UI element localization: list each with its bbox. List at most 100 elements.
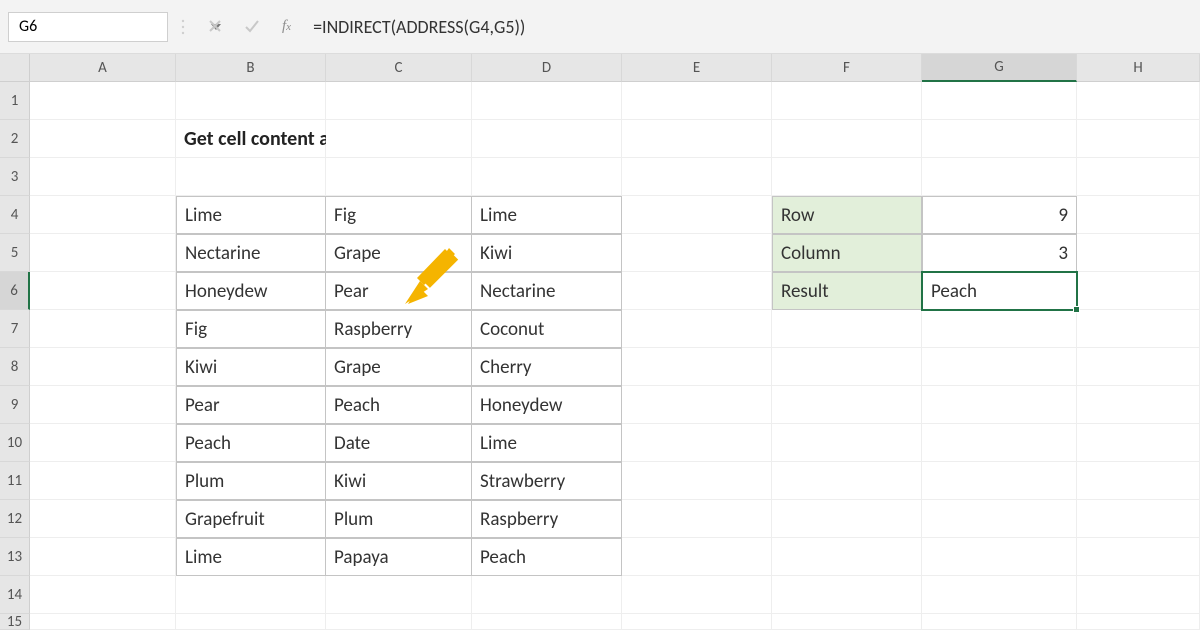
- cell-E9[interactable]: [622, 386, 772, 424]
- cell-D12[interactable]: Raspberry: [472, 500, 622, 538]
- cell-E1[interactable]: [622, 82, 772, 120]
- cell-F3[interactable]: [772, 158, 922, 196]
- cell-B6[interactable]: Honeydew: [176, 272, 326, 310]
- cell-G6-resultvalue[interactable]: Peach: [922, 272, 1077, 310]
- cell-E11[interactable]: [622, 462, 772, 500]
- cell-B14[interactable]: [176, 576, 326, 614]
- cell-D2[interactable]: [472, 120, 622, 158]
- name-box-wrap[interactable]: [8, 12, 168, 42]
- cell-A7[interactable]: [30, 310, 176, 348]
- cell-H3[interactable]: [1077, 158, 1200, 196]
- cell-D13[interactable]: Peach: [472, 538, 622, 576]
- select-all-corner[interactable]: [0, 54, 30, 82]
- cell-A6[interactable]: [30, 272, 176, 310]
- row-head-9[interactable]: 9: [0, 386, 30, 424]
- cell-C12[interactable]: Plum: [326, 500, 472, 538]
- cell-H8[interactable]: [1077, 348, 1200, 386]
- cell-E2[interactable]: [622, 120, 772, 158]
- cell-H9[interactable]: [1077, 386, 1200, 424]
- row-head-4[interactable]: 4: [0, 196, 30, 234]
- cell-G1[interactable]: [922, 82, 1077, 120]
- cell-C4[interactable]: Fig: [326, 196, 472, 234]
- cell-A5[interactable]: [30, 234, 176, 272]
- cell-F4-rowlabel[interactable]: Row: [772, 196, 922, 234]
- col-head-H[interactable]: H: [1077, 54, 1200, 82]
- cell-E6[interactable]: [622, 272, 772, 310]
- cell-D4[interactable]: Lime: [472, 196, 622, 234]
- title-cell[interactable]: Get cell content at given row and column: [176, 120, 326, 158]
- row-head-13[interactable]: 13: [0, 538, 30, 576]
- cell-F11[interactable]: [772, 462, 922, 500]
- cell-E8[interactable]: [622, 348, 772, 386]
- cell-E7[interactable]: [622, 310, 772, 348]
- cell-B11[interactable]: Plum: [176, 462, 326, 500]
- cell-B15[interactable]: [176, 614, 326, 630]
- cell-H13[interactable]: [1077, 538, 1200, 576]
- cell-C10[interactable]: Date: [326, 424, 472, 462]
- cell-H11[interactable]: [1077, 462, 1200, 500]
- cell-C13[interactable]: Papaya: [326, 538, 472, 576]
- col-head-B[interactable]: B: [176, 54, 326, 82]
- cell-C6[interactable]: Pear: [326, 272, 472, 310]
- cell-B5[interactable]: Nectarine: [176, 234, 326, 272]
- cell-C8[interactable]: Grape: [326, 348, 472, 386]
- cell-H14[interactable]: [1077, 576, 1200, 614]
- cell-F10[interactable]: [772, 424, 922, 462]
- cell-D3[interactable]: [472, 158, 622, 196]
- row-head-3[interactable]: 3: [0, 158, 30, 196]
- cell-D10[interactable]: Lime: [472, 424, 622, 462]
- cell-D5[interactable]: Kiwi: [472, 234, 622, 272]
- cell-H5[interactable]: [1077, 234, 1200, 272]
- cell-F5-collabel[interactable]: Column: [772, 234, 922, 272]
- cell-E15[interactable]: [622, 614, 772, 630]
- cell-G9[interactable]: [922, 386, 1077, 424]
- col-head-A[interactable]: A: [30, 54, 176, 82]
- cell-B10[interactable]: Peach: [176, 424, 326, 462]
- cell-A13[interactable]: [30, 538, 176, 576]
- cell-H15[interactable]: [1077, 614, 1200, 630]
- fill-handle[interactable]: [1073, 306, 1080, 313]
- cell-A10[interactable]: [30, 424, 176, 462]
- cell-H4[interactable]: [1077, 196, 1200, 234]
- cell-H2[interactable]: [1077, 120, 1200, 158]
- cell-F1[interactable]: [772, 82, 922, 120]
- cell-G10[interactable]: [922, 424, 1077, 462]
- cell-G12[interactable]: [922, 500, 1077, 538]
- cell-H6[interactable]: [1077, 272, 1200, 310]
- cell-G4-rowvalue[interactable]: 9: [922, 196, 1077, 234]
- row-head-12[interactable]: 12: [0, 500, 30, 538]
- cell-H7[interactable]: [1077, 310, 1200, 348]
- row-head-11[interactable]: 11: [0, 462, 30, 500]
- cell-E12[interactable]: [622, 500, 772, 538]
- col-head-F[interactable]: F: [772, 54, 922, 82]
- cell-A1[interactable]: [30, 82, 176, 120]
- enter-icon[interactable]: [244, 16, 260, 38]
- cell-F6-resultlabel[interactable]: Result: [772, 272, 922, 310]
- cancel-icon[interactable]: [208, 16, 222, 38]
- cell-A4[interactable]: [30, 196, 176, 234]
- cell-G8[interactable]: [922, 348, 1077, 386]
- cell-A14[interactable]: [30, 576, 176, 614]
- col-head-G[interactable]: G: [922, 54, 1077, 82]
- cell-G11[interactable]: [922, 462, 1077, 500]
- cell-A8[interactable]: [30, 348, 176, 386]
- row-head-6[interactable]: 6: [0, 272, 30, 310]
- cell-E13[interactable]: [622, 538, 772, 576]
- cell-B7[interactable]: Fig: [176, 310, 326, 348]
- cell-F15[interactable]: [772, 614, 922, 630]
- row-head-8[interactable]: 8: [0, 348, 30, 386]
- row-head-5[interactable]: 5: [0, 234, 30, 272]
- row-head-14[interactable]: 14: [0, 576, 30, 614]
- cell-D7[interactable]: Coconut: [472, 310, 622, 348]
- cell-C11[interactable]: Kiwi: [326, 462, 472, 500]
- cell-F14[interactable]: [772, 576, 922, 614]
- cell-D9[interactable]: Honeydew: [472, 386, 622, 424]
- cell-C2[interactable]: [326, 120, 472, 158]
- cell-C7[interactable]: Raspberry: [326, 310, 472, 348]
- cell-A12[interactable]: [30, 500, 176, 538]
- fx-icon[interactable]: fx: [282, 18, 291, 35]
- cell-B4[interactable]: Lime: [176, 196, 326, 234]
- row-head-7[interactable]: 7: [0, 310, 30, 348]
- row-head-1[interactable]: 1: [0, 82, 30, 120]
- cell-C3[interactable]: [326, 158, 472, 196]
